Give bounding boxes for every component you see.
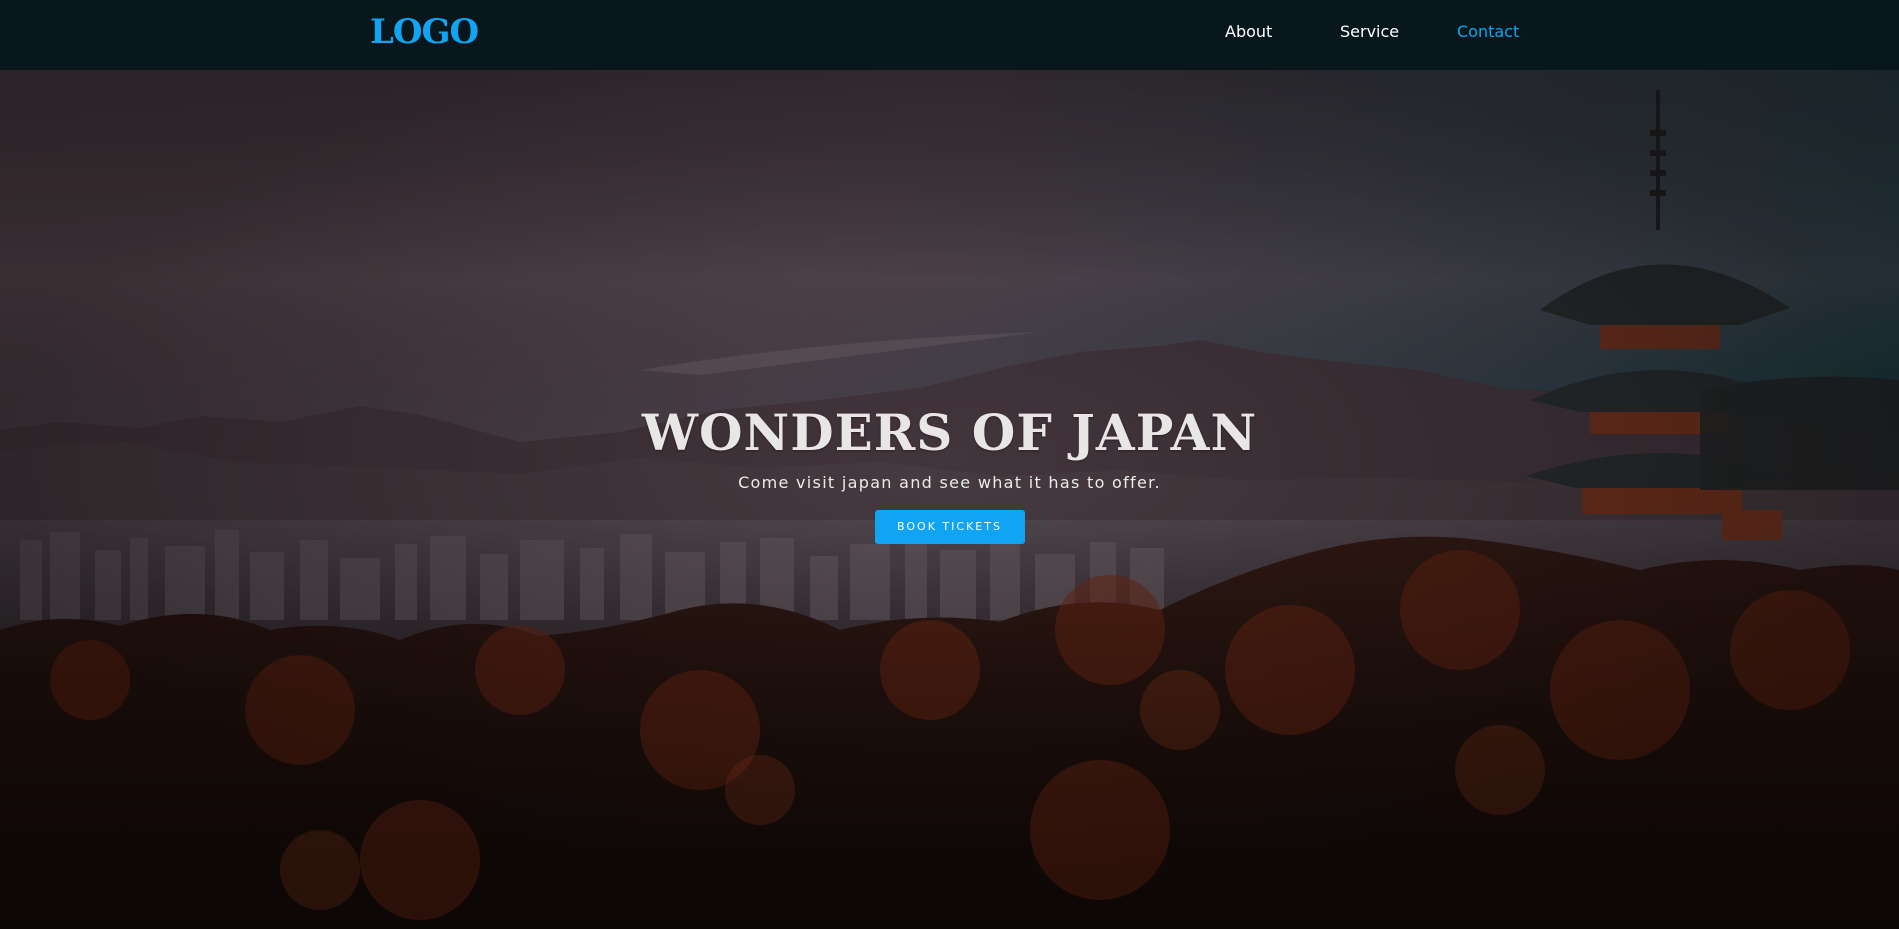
page: LOGO About Service Contact WONDERS OF JA… xyxy=(0,0,1899,929)
hero-title: WONDERS OF JAPAN xyxy=(641,403,1258,462)
nav-link-service[interactable]: Service xyxy=(1340,22,1399,41)
site-logo[interactable]: LOGO xyxy=(370,12,479,52)
hero-subtitle: Come visit japan and see what it has to … xyxy=(738,473,1161,492)
hero-content: WONDERS OF JAPAN Come visit japan and se… xyxy=(0,400,1899,544)
book-tickets-button[interactable]: BOOK TICKETS xyxy=(874,510,1025,544)
hero-section: WONDERS OF JAPAN Come visit japan and se… xyxy=(0,70,1899,929)
nav-link-contact[interactable]: Contact xyxy=(1457,22,1519,41)
top-navbar: LOGO About Service Contact xyxy=(0,0,1899,70)
nav-link-about[interactable]: About xyxy=(1225,22,1272,41)
